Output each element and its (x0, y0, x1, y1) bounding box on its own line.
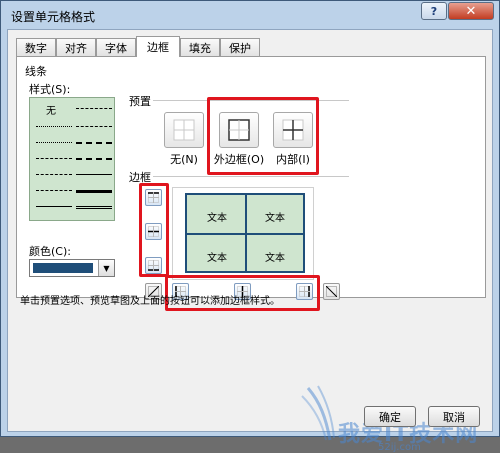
line-style-solid-left[interactable] (36, 206, 72, 207)
line-section-label: 线条 (25, 65, 47, 78)
cancel-button[interactable]: 取消 (428, 406, 480, 427)
chevron-down-icon[interactable]: ▼ (98, 260, 114, 276)
window-title: 设置单元格格式 (11, 10, 96, 24)
color-label: 颜色(C): (29, 245, 71, 258)
line-style-hair[interactable] (36, 126, 72, 127)
line-style-list[interactable]: 无 (29, 97, 115, 221)
diagonal-down-icon (326, 286, 337, 297)
line-style-double[interactable] (76, 206, 112, 209)
tab-number[interactable]: 数字 (16, 38, 56, 56)
border-tab-panel: 线条 样式(S): 无 颜色(C): ▼ 预置 无(N) 外边框(O) 内部(I… (16, 56, 486, 311)
color-swatch (33, 263, 93, 273)
line-style-label: 样式(S): (29, 83, 71, 96)
tab-alignment[interactable]: 对齐 (56, 38, 96, 56)
tab-protection[interactable]: 保护 (220, 38, 260, 56)
line-style-dash-dot-dot[interactable] (76, 126, 112, 127)
line-style-none[interactable]: 无 (46, 102, 56, 117)
highlight-presets (207, 97, 319, 175)
line-style-dash-dot[interactable] (76, 108, 112, 109)
title-bar[interactable]: 设置单元格格式 ? ✕ (1, 1, 499, 29)
line-style-dash-dot-left[interactable] (36, 174, 72, 175)
preset-none-button[interactable] (164, 112, 204, 148)
preview-cell-text: 文本 (207, 213, 227, 224)
line-style-dash-dot-dot-left[interactable] (36, 190, 72, 191)
border-divider (153, 176, 349, 177)
border-preview[interactable]: 文本 文本 文本 文本 (172, 187, 314, 280)
tab-font[interactable]: 字体 (96, 38, 136, 56)
preview-cell-text: 文本 (265, 253, 285, 264)
color-dropdown[interactable]: ▼ (29, 259, 115, 277)
line-style-thick[interactable] (76, 190, 112, 193)
highlight-edge-buttons-vertical (139, 183, 169, 277)
line-style-medium-dash-dot[interactable] (76, 142, 112, 144)
presets-section-label: 预置 (129, 95, 151, 108)
tab-fill[interactable]: 填充 (180, 38, 220, 56)
watermark-subtext: 52ij.com (378, 442, 421, 453)
close-button[interactable]: ✕ (448, 2, 494, 20)
preview-cell-text: 文本 (207, 253, 227, 264)
preview-cell-text: 文本 (265, 213, 285, 224)
hint-text: 单击预置选项、预览草图及上面的按钮可以添加边框样式。 (20, 296, 280, 307)
preview-inside-horizontal (187, 233, 303, 235)
preset-none-label: 无(N) (170, 153, 198, 166)
dialog-window: 设置单元格格式 ? ✕ 数字 对齐 字体 边框 填充 保护 线条 样式(S): … (0, 0, 500, 453)
line-style-thin[interactable] (76, 174, 112, 175)
line-style-dashed[interactable] (36, 158, 72, 159)
line-style-medium-dash[interactable] (76, 158, 112, 160)
ok-button[interactable]: 确定 (364, 406, 416, 427)
border-diagonal-down-button[interactable] (323, 283, 340, 300)
line-style-dotted[interactable] (36, 142, 72, 143)
tab-border[interactable]: 边框 (136, 36, 180, 57)
dialog-body: 数字 对齐 字体 边框 填充 保护 线条 样式(S): 无 颜色(C): ▼ 预… (7, 29, 493, 453)
help-button[interactable]: ? (421, 2, 447, 20)
preview-grid[interactable]: 文本 文本 文本 文本 (185, 193, 305, 273)
preset-none-icon (173, 119, 195, 141)
